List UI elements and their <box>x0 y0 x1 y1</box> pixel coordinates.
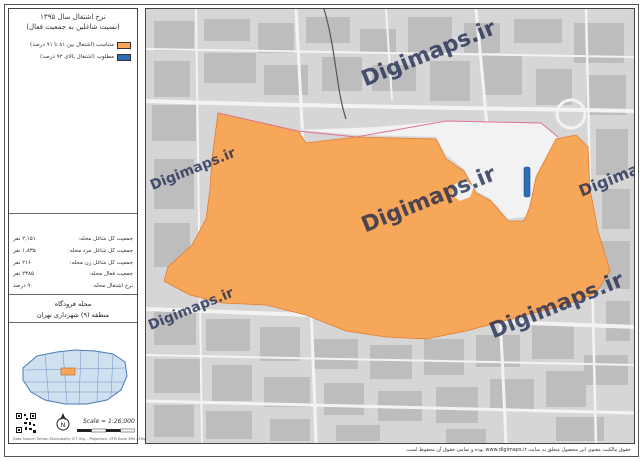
scale-label: Scale = 1:26,000 <box>83 418 135 425</box>
stat-row-employed-male: ۱,۸۳۵ نفر جمعیت کل شاغل مرد محله: <box>13 248 133 254</box>
legend-item-desirable: مطلوب (اشتغال بالای ۹۲ درصد) <box>40 52 131 62</box>
stat-row-active: ۲۳۸۵ نفر جمعیت فعال محله: <box>13 271 133 277</box>
legend-item-moderate: متناسب (اشتغال بین ۸۱ تا ۹۱ درصد) <box>30 40 131 50</box>
copyright-footer: حقوق مالکیت معنوی این محصول متعلق به سای… <box>405 447 631 453</box>
legend-swatch-blue <box>117 53 131 61</box>
inset-locator-map <box>15 346 133 408</box>
svg-text:N: N <box>61 422 66 429</box>
stat-row-rate: ۹۰ درصد نرخ اشتغال محله: <box>13 283 133 289</box>
neighborhood-name: محله فرودگاه <box>54 300 92 308</box>
north-arrow-icon: N <box>56 413 70 431</box>
legend-panel: نرخ اشتغال سال ۱۳۹۵ (نسبت شاغلین به جمعی… <box>8 8 168 444</box>
scale-bar <box>77 428 135 433</box>
legend-swatch-orange <box>117 41 131 49</box>
stat-row-employed: ۲,۱۵۱ نفر جمعیت کل شاغل محله: <box>13 236 133 242</box>
inset-highlight <box>60 367 76 376</box>
qr-code-icon <box>15 412 37 434</box>
legend-subtitle: (نسبت شاغلین به جمعیت فعال) <box>26 23 120 31</box>
district-name: منطقه (۹) شهرداری تهران <box>36 311 110 319</box>
stat-row-employed-female: ۲۱۶ نفر جمعیت کل شاغل زن محله: <box>13 260 133 266</box>
legend-title: نرخ اشتغال سال ۱۳۹۵ <box>40 13 106 21</box>
map-canvas[interactable]: Digimaps.ir Digimaps.ir Digimaps.ir Digi… <box>145 8 635 444</box>
desirable-area-marker <box>523 166 531 198</box>
